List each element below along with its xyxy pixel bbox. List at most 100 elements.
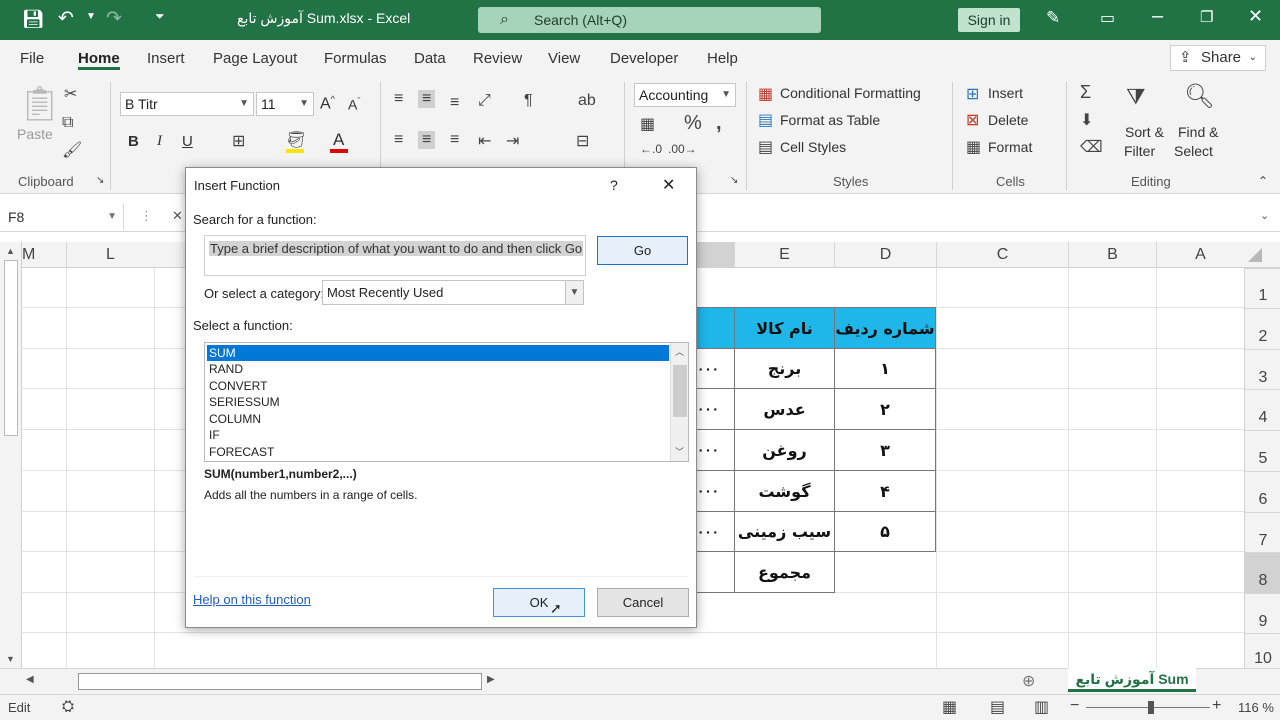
row-header-1[interactable]: 1 bbox=[1245, 268, 1280, 308]
cancel-entry-icon[interactable]: ✕ bbox=[172, 208, 183, 224]
tab-developer[interactable]: Developer bbox=[610, 50, 678, 67]
save-icon[interactable]: 💾︎ bbox=[22, 9, 45, 30]
align-center-icon[interactable]: ≡ bbox=[418, 131, 436, 149]
table-cell-name[interactable]: برنج bbox=[734, 348, 835, 389]
decrease-indent-icon[interactable]: ⇤ bbox=[478, 131, 491, 151]
comma-style-icon[interactable]: , bbox=[716, 112, 722, 135]
page-layout-view-icon[interactable]: ▤ bbox=[990, 697, 1005, 717]
increase-decimal-icon[interactable]: ←.0 bbox=[640, 142, 662, 156]
format-as-table-icon[interactable]: ▤ bbox=[758, 110, 773, 130]
conditional-formatting-button[interactable]: Conditional Formatting bbox=[780, 85, 921, 101]
sort-filter-icon[interactable]: ⧩ bbox=[1126, 84, 1146, 110]
increase-font-icon[interactable]: A^ bbox=[320, 94, 335, 113]
table-header-number[interactable]: شماره ردیف bbox=[834, 307, 936, 349]
align-right-icon[interactable]: ≡ bbox=[450, 131, 459, 149]
delete-cells-button[interactable]: Delete bbox=[988, 112, 1028, 128]
vertical-scrollbar[interactable]: ▲ ▼ bbox=[0, 242, 22, 668]
table-cell-number[interactable]: ۲ bbox=[834, 388, 936, 430]
horizontal-scroll-thumb[interactable] bbox=[78, 673, 482, 690]
scroll-down-icon[interactable]: ▼ bbox=[6, 654, 15, 664]
row-header-5[interactable]: 5 bbox=[1245, 430, 1280, 471]
undo-dropdown-icon[interactable]: ▼ bbox=[86, 11, 96, 22]
bold-button[interactable]: B bbox=[128, 133, 139, 150]
sort-filter-label-1[interactable]: Sort & bbox=[1125, 124, 1164, 140]
borders-icon[interactable]: ⊞ bbox=[232, 131, 245, 151]
text-direction-icon[interactable]: ¶ bbox=[524, 92, 533, 110]
tab-home[interactable]: Home bbox=[78, 50, 120, 67]
table-cell-price[interactable]: ۰۰۰ bbox=[696, 348, 735, 389]
cut-icon[interactable]: ✂ bbox=[64, 84, 77, 104]
search-box[interactable]: ⌕ Search (Alt+Q) bbox=[478, 7, 821, 33]
function-list-scrollbar[interactable]: ︿ ﹀ bbox=[670, 343, 688, 461]
name-box[interactable]: F8 ▼ bbox=[0, 204, 124, 230]
wrap-text-icon[interactable]: ab bbox=[578, 92, 596, 110]
go-button[interactable]: Go bbox=[597, 236, 688, 265]
format-painter-icon[interactable]: 🖌︎ bbox=[62, 140, 82, 160]
tab-page-layout[interactable]: Page Layout bbox=[213, 50, 297, 67]
zoom-slider-thumb[interactable] bbox=[1148, 701, 1154, 714]
table-cell-price[interactable]: ۰۰۰ bbox=[696, 470, 735, 512]
decrease-font-icon[interactable]: Aˇ bbox=[348, 96, 360, 113]
accounting-format-icon[interactable]: ▦ bbox=[640, 114, 655, 134]
row-header-3[interactable]: 3 bbox=[1245, 349, 1280, 389]
ok-button[interactable]: OK bbox=[493, 588, 585, 617]
function-list[interactable]: SUM RAND CONVERT SERIESSUM COLUMN IF FOR… bbox=[204, 342, 689, 462]
expand-formula-bar-icon[interactable]: ⌄ bbox=[1260, 209, 1269, 222]
table-cell-name[interactable]: سیب زمینی bbox=[734, 511, 835, 552]
cell-styles-icon[interactable]: ▤ bbox=[758, 137, 773, 157]
minimize-icon[interactable]: – bbox=[1152, 5, 1163, 28]
row-header-7[interactable]: 7 bbox=[1245, 512, 1280, 552]
fill-icon[interactable]: ⬇ bbox=[1080, 110, 1093, 130]
insert-cells-button[interactable]: Insert bbox=[988, 85, 1023, 101]
tab-view[interactable]: View bbox=[548, 50, 580, 67]
zoom-out-icon[interactable]: − bbox=[1070, 697, 1079, 715]
column-header-b[interactable]: B bbox=[1068, 242, 1156, 268]
pen-icon[interactable]: ✎ bbox=[1046, 8, 1060, 28]
table-cell-total-label[interactable]: مجموع bbox=[734, 551, 835, 593]
column-header-l[interactable]: L bbox=[66, 242, 154, 268]
number-format-combo[interactable]: Accounting ▼ bbox=[634, 83, 736, 107]
scroll-down-icon[interactable]: ﹀ bbox=[675, 445, 684, 458]
function-item-rand[interactable]: RAND bbox=[207, 361, 669, 377]
customize-quick-access-icon[interactable]: ⏷ bbox=[155, 9, 165, 24]
sheet-tab[interactable]: آموزش تابع Sum bbox=[1068, 668, 1196, 692]
chevron-down-icon[interactable]: ▼ bbox=[565, 281, 583, 304]
autosum-icon[interactable]: Σ bbox=[1080, 82, 1091, 103]
copy-icon[interactable]: ⧉ bbox=[62, 114, 73, 132]
font-color-icon[interactable]: A bbox=[333, 130, 344, 150]
find-select-label-1[interactable]: Find & bbox=[1178, 124, 1218, 140]
table-cell-name[interactable]: گوشت bbox=[734, 470, 835, 512]
close-icon[interactable]: ✕ bbox=[662, 175, 675, 195]
page-break-view-icon[interactable]: ▥ bbox=[1034, 697, 1049, 717]
tab-review[interactable]: Review bbox=[473, 50, 522, 67]
table-cell-number[interactable]: ۱ bbox=[834, 348, 936, 389]
scroll-up-icon[interactable]: ▲ bbox=[6, 246, 15, 256]
conditional-formatting-icon[interactable]: ▦ bbox=[758, 84, 773, 104]
clear-icon[interactable]: ⌫ bbox=[1080, 137, 1103, 157]
scroll-right-icon[interactable]: ▶ bbox=[487, 674, 495, 685]
format-as-table-button[interactable]: Format as Table bbox=[780, 112, 880, 128]
tab-data[interactable]: Data bbox=[414, 50, 446, 67]
sign-in-button[interactable]: Sign in bbox=[958, 8, 1020, 32]
select-all-corner[interactable] bbox=[1248, 248, 1262, 262]
restore-icon[interactable]: ❐ bbox=[1200, 8, 1213, 26]
insert-cells-icon[interactable]: ⊞ bbox=[966, 84, 979, 104]
italic-button[interactable]: I bbox=[157, 133, 162, 150]
row-header-4[interactable]: 4 bbox=[1245, 389, 1280, 430]
redo-icon[interactable]: ↷ bbox=[106, 7, 122, 30]
tab-help[interactable]: Help bbox=[707, 50, 738, 67]
delete-cells-icon[interactable]: ⊠ bbox=[966, 110, 979, 130]
decrease-decimal-icon[interactable]: .00→ bbox=[668, 142, 697, 156]
table-cell-price[interactable]: ۰۰۰ bbox=[696, 429, 735, 471]
table-cell-price[interactable]: ۰۰۰ bbox=[696, 511, 735, 552]
table-cell-number[interactable]: ۳ bbox=[834, 429, 936, 471]
tab-file[interactable]: File bbox=[20, 50, 44, 67]
tab-insert[interactable]: Insert bbox=[147, 50, 185, 67]
dialog-launcher-icon[interactable]: ↘ bbox=[96, 175, 104, 186]
number-dialog-launcher-icon[interactable]: ↘ bbox=[730, 175, 738, 186]
align-left-icon[interactable]: ≡ bbox=[394, 131, 403, 149]
ribbon-display-icon[interactable]: ▭ bbox=[1100, 8, 1115, 28]
scroll-thumb[interactable] bbox=[4, 260, 18, 436]
underline-button[interactable]: U bbox=[182, 133, 193, 150]
percent-icon[interactable]: % bbox=[684, 112, 702, 135]
